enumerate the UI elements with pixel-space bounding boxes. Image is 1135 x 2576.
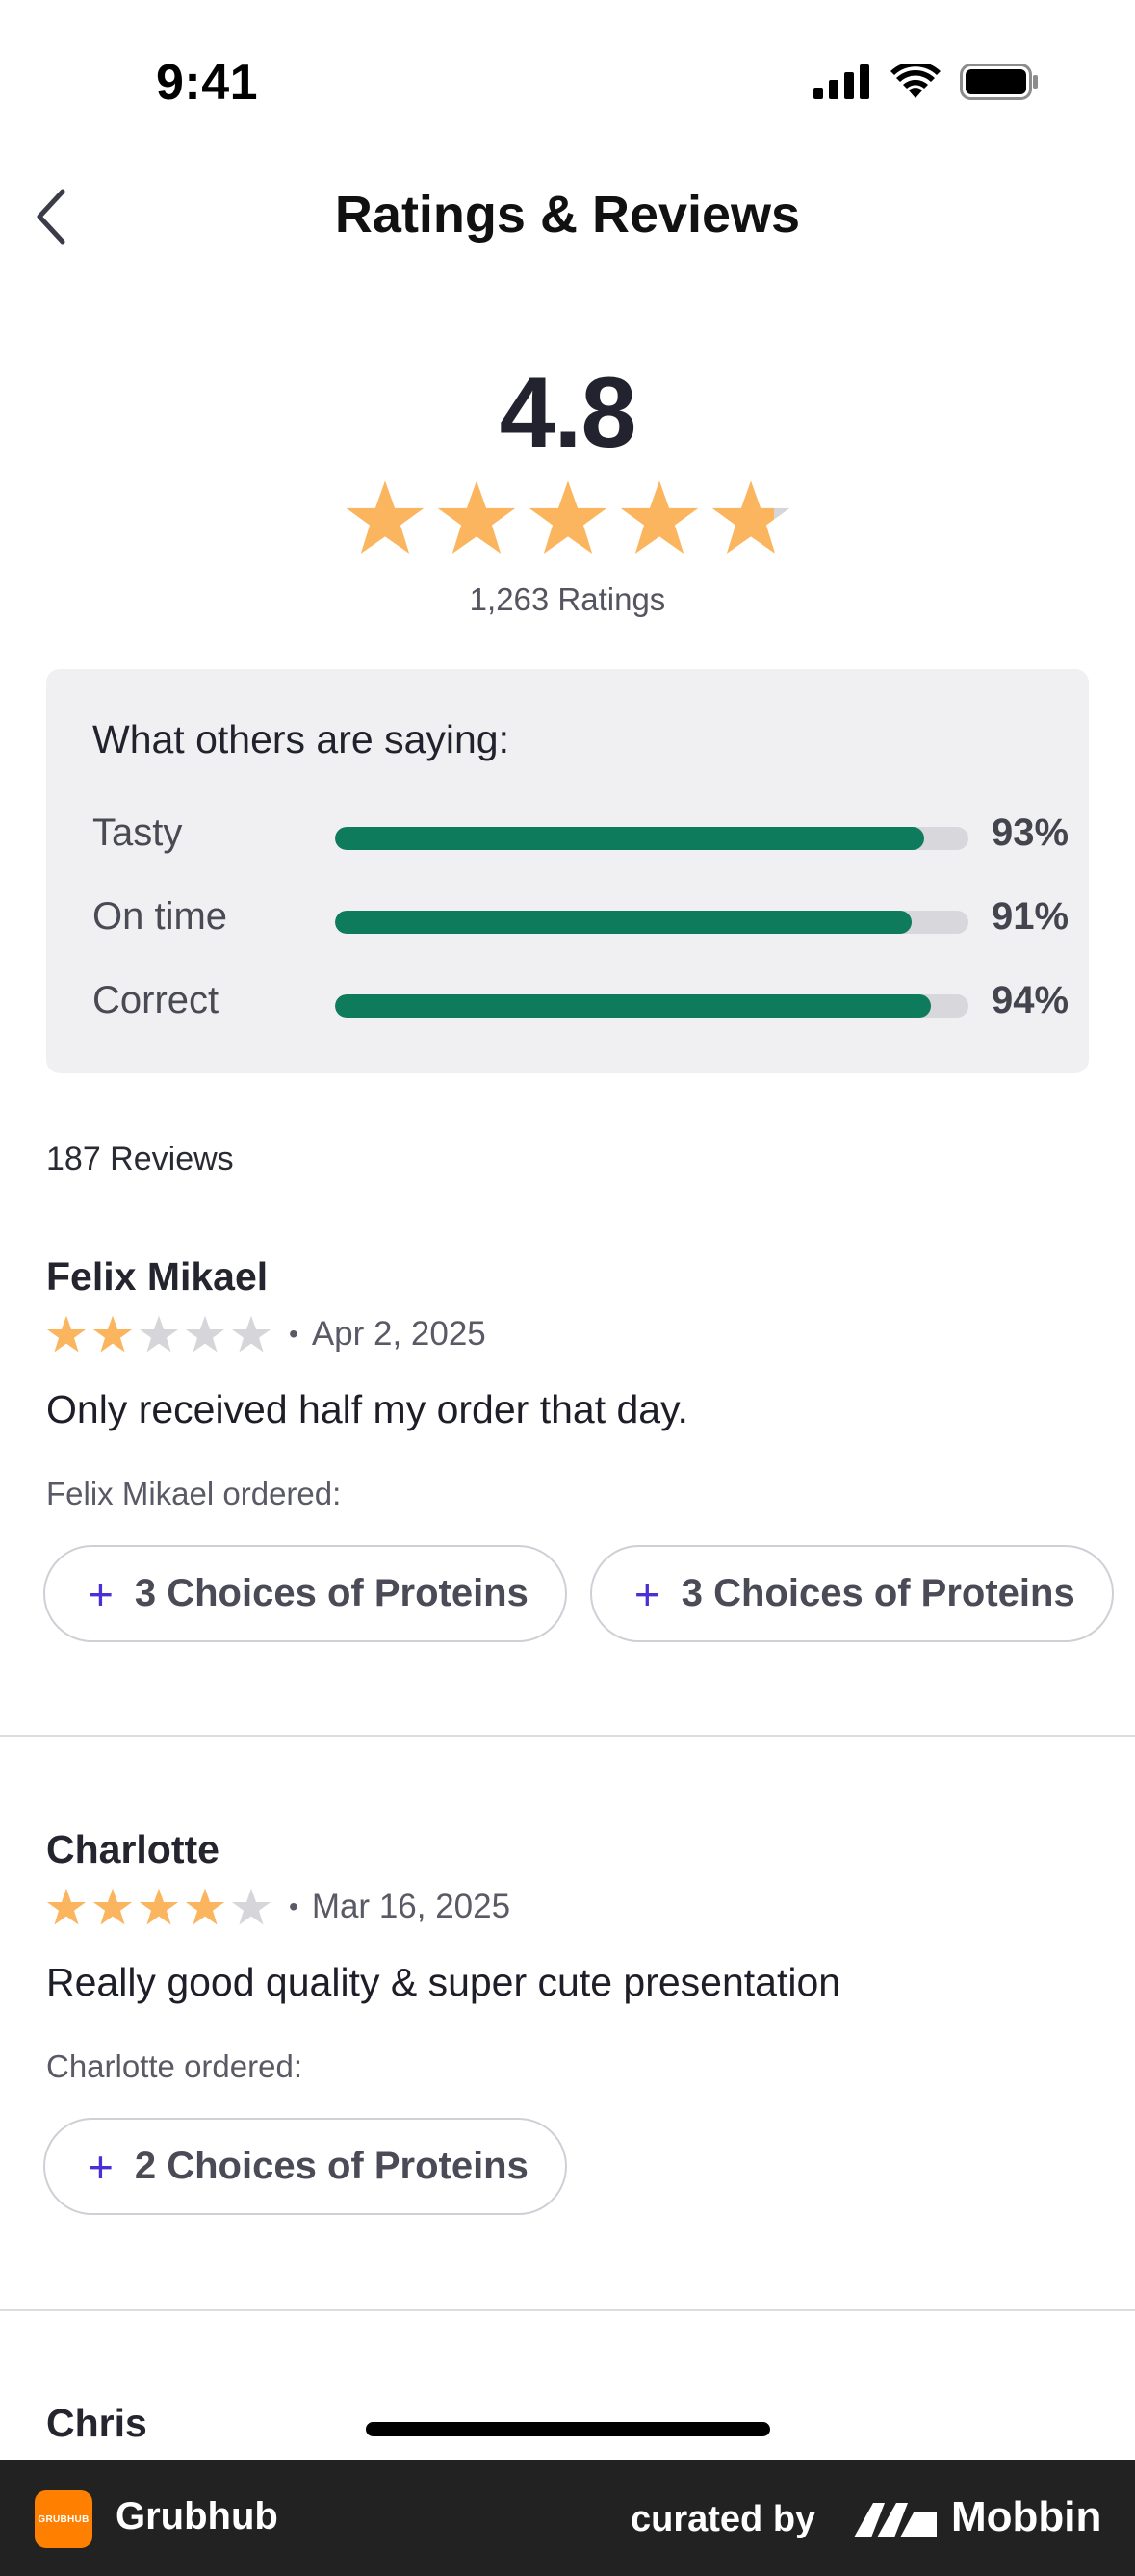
mobbin-logo-icon: [854, 2503, 937, 2537]
ordered-items: + 3 Choices of Proteins + 3 Choices of P…: [43, 1545, 1114, 1642]
metric-bar-track: [335, 827, 968, 850]
ordered-item-label: 2 Choices of Proteins: [134, 2145, 529, 2187]
page-title: Ratings & Reviews: [334, 186, 801, 244]
ordered-item-chip[interactable]: + 3 Choices of Proteins: [589, 1545, 1114, 1642]
ordered-label: Felix Mikael ordered:: [46, 1476, 342, 1511]
review-meta: • Apr 2, 2025: [46, 1314, 486, 1354]
metric-row-correct: Correct 94%: [92, 971, 1069, 1029]
home-indicator: [366, 2422, 770, 2436]
ratings-count: 1,263 Ratings: [469, 581, 666, 617]
plus-icon: +: [633, 1568, 660, 1619]
wifi-icon: [890, 64, 941, 98]
metric-bar-fill: [335, 911, 912, 934]
star-icon: [231, 1888, 271, 1925]
star-icon: [46, 1888, 87, 1925]
what-others-saying-card: What others are saying: Tasty 93% On tim…: [46, 669, 1089, 1073]
separator-dot: •: [289, 1319, 298, 1349]
star-icon: [620, 480, 699, 554]
ordered-item-chip[interactable]: + 2 Choices of Proteins: [43, 2118, 567, 2215]
reviewer-name: Chris: [46, 2401, 147, 2445]
cellular-signal-icon: [813, 64, 869, 99]
battery-icon: [960, 64, 1038, 100]
app-name: Grubhub: [116, 2495, 278, 2537]
brand-name: Mobbin: [951, 2493, 1102, 2540]
ordered-items: + 2 Choices of Proteins: [43, 2118, 567, 2215]
metric-percent: 91%: [992, 895, 1070, 938]
saying-title: What others are saying:: [92, 717, 509, 761]
metric-label: Tasty: [92, 811, 183, 854]
ordered-item-label: 3 Choices of Proteins: [681, 1572, 1075, 1614]
ordered-label: Charlotte ordered:: [46, 2048, 302, 2084]
metric-label: On time: [92, 895, 228, 938]
star-icon: [437, 480, 516, 554]
review-date: Apr 2, 2025: [311, 1315, 486, 1352]
star-icon: [711, 480, 790, 554]
metric-row-on-time: On time 91%: [92, 888, 1069, 945]
divider: [0, 2309, 1135, 2311]
reviewer-name: Felix Mikael: [46, 1254, 269, 1299]
star-icon: [185, 1315, 225, 1352]
star-icon: [185, 1888, 225, 1925]
plus-icon: +: [88, 1568, 114, 1619]
separator-dot: •: [289, 1892, 298, 1921]
review-date: Mar 16, 2025: [311, 1888, 511, 1925]
status-icons: [813, 64, 1039, 100]
ordered-item-label: 3 Choices of Proteins: [134, 1572, 529, 1614]
metric-bar-track: [335, 994, 968, 1018]
status-time: 9:41: [156, 55, 259, 111]
review-text: Only received half my order that day.: [46, 1387, 688, 1431]
star-icon: [46, 1315, 87, 1352]
review-meta: • Mar 16, 2025: [46, 1887, 510, 1927]
curated-by-label: curated by: [631, 2499, 816, 2539]
review-star-rating: [46, 1887, 271, 1927]
metric-percent: 93%: [992, 811, 1070, 854]
metric-label: Correct: [92, 979, 219, 1021]
footer-bar: GRUBHUB Grubhub curated by Mobbin: [0, 2460, 1135, 2576]
plus-icon: +: [88, 2141, 114, 2192]
status-bar: 9:41: [0, 0, 1135, 164]
star-icon: [92, 1888, 133, 1925]
metric-bar-fill: [335, 827, 924, 850]
review-star-rating: [46, 1314, 271, 1354]
star-icon: [92, 1315, 133, 1352]
header: Ratings & Reviews: [0, 164, 1135, 270]
review-text: Really good quality & super cute present…: [46, 1960, 841, 2004]
reviewer-name: Charlotte: [46, 1827, 219, 1871]
star-icon: [139, 1888, 179, 1925]
star-icon: [529, 480, 607, 554]
metric-bar-track: [335, 911, 968, 934]
metric-bar-fill: [335, 994, 931, 1018]
divider: [0, 1735, 1135, 1737]
reviews-count: 187 Reviews: [46, 1141, 234, 1177]
metric-row-tasty: Tasty 93%: [92, 804, 1069, 862]
ordered-item-chip[interactable]: + 3 Choices of Proteins: [43, 1545, 567, 1642]
overall-star-rating: [345, 477, 791, 558]
star-icon: [346, 480, 425, 554]
overall-rating: 4.8: [499, 357, 637, 469]
star-icon: [139, 1315, 179, 1352]
metric-percent: 94%: [992, 979, 1070, 1021]
grubhub-logo-icon: GRUBHUB: [35, 2490, 92, 2548]
star-icon: [231, 1315, 271, 1352]
